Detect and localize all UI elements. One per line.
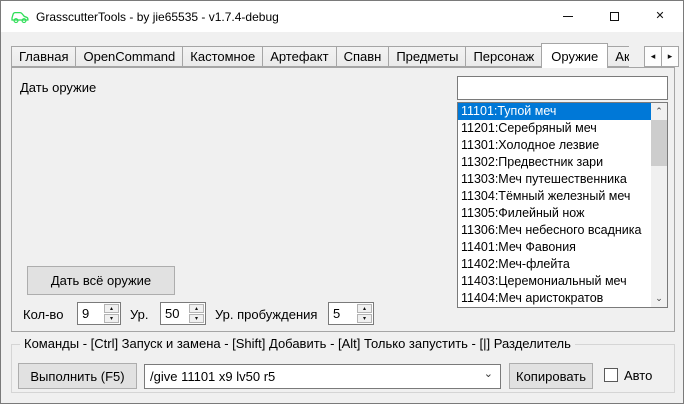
- refine-value: 5: [329, 303, 357, 324]
- chevron-up-icon: ⌃: [655, 106, 663, 117]
- count-label: Кол-во: [23, 307, 63, 322]
- maximize-icon: [610, 12, 619, 21]
- refine-label: Ур. пробуждения: [215, 307, 317, 322]
- close-button[interactable]: ✕: [637, 1, 683, 31]
- tab-scroll-left-button[interactable]: ◂: [644, 46, 662, 67]
- give-weapon-label: Дать оружие: [20, 80, 96, 95]
- commands-groupbox-title: Команды - [Ctrl] Запуск и замена - [Shif…: [20, 336, 575, 351]
- tab[interactable]: Персонаж: [465, 46, 542, 67]
- tab-scroll-right-button[interactable]: ▸: [661, 46, 679, 67]
- tab[interactable]: Спавн: [336, 46, 390, 67]
- tab-label: OpenCommand: [83, 49, 175, 64]
- spin-down-icon: ▾: [195, 316, 198, 322]
- count-stepper[interactable]: 9 ▴ ▾: [77, 302, 121, 325]
- scroll-thumb[interactable]: [651, 120, 667, 166]
- count-value: 9: [78, 303, 104, 324]
- auto-checkbox[interactable]: [604, 368, 618, 382]
- level-value: 50: [161, 303, 189, 324]
- tab[interactable]: Главная: [11, 46, 76, 67]
- weapon-list-item[interactable]: 11302:Предвестник зари: [458, 154, 651, 171]
- tab[interactable]: OpenCommand: [75, 46, 183, 67]
- tab-label: Предметы: [396, 49, 458, 64]
- refine-increment-button[interactable]: ▴: [357, 304, 372, 313]
- minimize-button[interactable]: [545, 1, 591, 31]
- weapon-list-item[interactable]: 11404:Меч аристократов: [458, 290, 651, 307]
- count-increment-button[interactable]: ▴: [104, 304, 119, 313]
- refine-decrement-button[interactable]: ▾: [357, 314, 372, 323]
- weapon-list-item[interactable]: 11403:Церемониальный меч: [458, 273, 651, 290]
- level-increment-button[interactable]: ▴: [189, 304, 204, 313]
- command-combobox[interactable]: ⌄: [144, 364, 501, 389]
- weapon-list-item[interactable]: 11306:Меч небесного всадника: [458, 222, 651, 239]
- tab-scroll-buttons: ◂ ▸: [629, 43, 681, 67]
- commands-groupbox: Команды - [Ctrl] Запуск и замена - [Shif…: [11, 344, 675, 393]
- weapon-list-item[interactable]: 11402:Меч-флейта: [458, 256, 651, 273]
- weapon-tab-page: Дать оружие 11101:Тупой меч11201:Серебря…: [11, 67, 675, 332]
- grasscutter-car-icon: [10, 9, 30, 25]
- window-controls: ✕: [545, 1, 683, 31]
- tab-strip: Главная OpenCommand Кастомное Артефакт С…: [11, 43, 675, 67]
- level-stepper[interactable]: 50 ▴ ▾: [160, 302, 206, 325]
- refine-stepper[interactable]: 5 ▴ ▾: [328, 302, 374, 325]
- maximize-button[interactable]: [591, 1, 637, 31]
- title-bar: GrasscutterTools - by jie65535 - v1.7.4-…: [1, 1, 683, 32]
- level-decrement-button[interactable]: ▾: [189, 314, 204, 323]
- arrow-right-icon: ▸: [668, 51, 673, 62]
- count-decrement-button[interactable]: ▾: [104, 314, 119, 323]
- tab[interactable]: Оружие: [541, 43, 608, 68]
- tab-label: Главная: [19, 49, 68, 64]
- spin-up-icon: ▴: [110, 306, 113, 312]
- weapon-list-item[interactable]: 11201:Серебряный меч: [458, 120, 651, 137]
- copy-command-button[interactable]: Копировать: [509, 363, 593, 389]
- close-icon: ✕: [655, 11, 664, 22]
- tab-label: Оружие: [551, 49, 598, 64]
- combo-chevron-down-icon: ⌄: [484, 367, 493, 380]
- run-command-button[interactable]: Выполнить (F5): [18, 363, 137, 389]
- tab-label: Кастомное: [190, 49, 255, 64]
- give-all-weapons-button[interactable]: Дать всё оружие: [27, 266, 175, 295]
- spin-down-icon: ▾: [110, 316, 113, 322]
- spin-up-icon: ▴: [195, 306, 198, 312]
- spin-up-icon: ▴: [363, 306, 366, 312]
- tab-label: Персонаж: [473, 49, 534, 64]
- tab-label: Спавн: [344, 49, 382, 64]
- arrow-left-icon: ◂: [651, 51, 656, 62]
- level-label: Ур.: [130, 307, 149, 322]
- list-scrollbar[interactable]: ⌃ ⌄: [651, 103, 667, 307]
- tab-label: Артефакт: [270, 49, 328, 64]
- tab[interactable]: Кастомное: [182, 46, 263, 67]
- auto-checkbox-label: Авто: [624, 368, 652, 383]
- minimize-icon: [563, 16, 573, 17]
- tab[interactable]: Артефакт: [262, 46, 336, 67]
- window-title: GrasscutterTools - by jie65535 - v1.7.4-…: [36, 10, 279, 24]
- scroll-down-button[interactable]: ⌄: [651, 290, 667, 307]
- weapon-list-rows: 11101:Тупой меч11201:Серебряный меч11301…: [458, 103, 651, 307]
- command-input[interactable]: [145, 365, 475, 388]
- weapon-list-item[interactable]: 11401:Меч Фавония: [458, 239, 651, 256]
- weapon-listbox: 11101:Тупой меч11201:Серебряный меч11301…: [457, 102, 668, 308]
- weapon-list-item[interactable]: 11303:Меч путешественника: [458, 171, 651, 188]
- app-window: GrasscutterTools - by jie65535 - v1.7.4-…: [0, 0, 684, 404]
- spin-down-icon: ▾: [363, 316, 366, 322]
- tab[interactable]: Предметы: [388, 46, 466, 67]
- weapon-list-item[interactable]: 11301:Холодное лезвие: [458, 137, 651, 154]
- chevron-down-icon: ⌄: [655, 293, 663, 304]
- weapon-list-item[interactable]: 11101:Тупой меч: [458, 103, 651, 120]
- scroll-up-button[interactable]: ⌃: [651, 103, 667, 120]
- weapon-list-item[interactable]: 11304:Тёмный железный меч: [458, 188, 651, 205]
- weapon-search-input[interactable]: [457, 76, 668, 100]
- weapon-list-item[interactable]: 11305:Филейный нож: [458, 205, 651, 222]
